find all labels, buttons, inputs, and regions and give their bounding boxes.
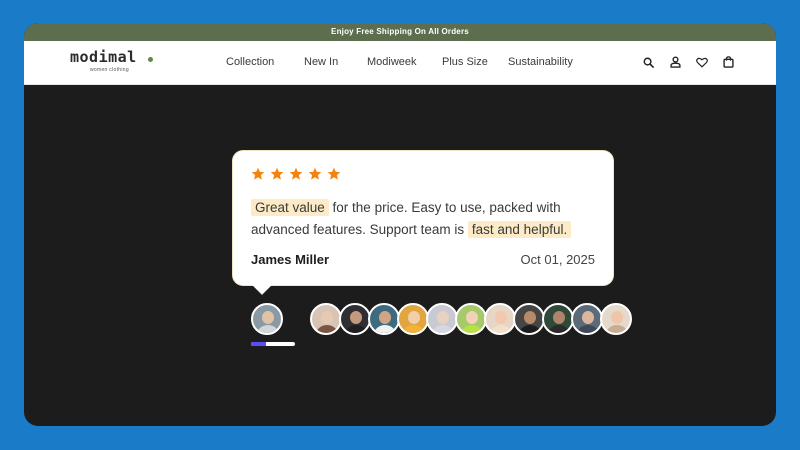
avatar-thumbnail[interactable] xyxy=(571,303,603,335)
star-icon xyxy=(251,167,265,180)
carousel-progress-bar xyxy=(251,342,295,346)
star-icon xyxy=(308,167,322,180)
review-highlight-1: Great value xyxy=(251,199,329,216)
star-icon xyxy=(270,167,284,180)
avatar-thumbnail[interactable] xyxy=(426,303,458,335)
selected-avatar[interactable] xyxy=(251,303,283,335)
avatar-thumbnail[interactable] xyxy=(542,303,574,335)
review-date: Oct 01, 2025 xyxy=(520,252,595,267)
avatar-face xyxy=(553,311,565,324)
shopping-bag-icon[interactable] xyxy=(721,55,735,69)
avatar-shoulders xyxy=(344,325,368,333)
avatar-shoulders xyxy=(547,325,571,333)
avatar-thumbnail[interactable] xyxy=(368,303,400,335)
rating-stars xyxy=(251,167,341,181)
avatar-face xyxy=(582,311,594,324)
avatar-thumbnail[interactable] xyxy=(310,303,342,335)
avatar-carousel xyxy=(310,303,632,335)
star-icon xyxy=(327,167,341,180)
search-icon[interactable] xyxy=(641,55,655,69)
avatar-shoulders xyxy=(373,325,397,333)
nav-item-modiweek[interactable]: Modiweek xyxy=(367,56,417,68)
star-icon xyxy=(289,167,303,180)
avatar-thumbnail[interactable] xyxy=(339,303,371,335)
avatar-face xyxy=(495,311,507,324)
nav-item-plus-size[interactable]: Plus Size xyxy=(442,56,488,68)
avatar-face xyxy=(437,311,449,324)
avatar-shoulders xyxy=(315,325,339,333)
review-text: Great value for the price. Easy to use, … xyxy=(251,197,601,241)
avatar-face xyxy=(350,311,362,324)
heart-icon[interactable] xyxy=(695,55,709,69)
browser-frame: Enjoy Free Shipping On All Orders modima… xyxy=(24,23,776,426)
nav-item-sustainability[interactable]: Sustainability xyxy=(508,56,573,68)
site-header: modimal women clothing Collection New In… xyxy=(24,41,776,85)
promo-bar: Enjoy Free Shipping On All Orders xyxy=(24,23,776,41)
avatar-shoulders xyxy=(489,325,513,333)
avatar-shoulders xyxy=(431,325,455,333)
avatar-face xyxy=(321,311,333,324)
nav-item-collection[interactable]: Collection xyxy=(226,56,274,68)
carousel-progress-fill xyxy=(251,342,267,346)
avatar-shoulders xyxy=(402,325,426,333)
avatar-face xyxy=(611,311,623,324)
avatar-face xyxy=(466,311,478,324)
avatar-shoulders xyxy=(460,325,484,333)
nav-item-new-in[interactable]: New In xyxy=(304,56,338,68)
avatar-thumbnail[interactable] xyxy=(600,303,632,335)
avatar-thumbnail[interactable] xyxy=(397,303,429,335)
user-icon[interactable] xyxy=(668,55,682,69)
avatar-shoulders xyxy=(518,325,542,333)
main-menu: Collection New In Modiweek Plus Size Sus… xyxy=(24,41,776,85)
review-author: James Miller xyxy=(251,252,330,267)
avatar-face xyxy=(408,311,420,324)
avatar-thumbnail[interactable] xyxy=(484,303,516,335)
card-pointer xyxy=(252,275,272,295)
review-highlight-2: fast and helpful. xyxy=(467,221,572,238)
testimonial-card: Great value for the price. Easy to use, … xyxy=(233,151,613,295)
avatar-face xyxy=(524,311,536,324)
avatar-thumbnail[interactable] xyxy=(513,303,545,335)
avatar-face xyxy=(379,311,391,324)
avatar-shoulders xyxy=(605,325,629,333)
avatar-shoulders xyxy=(576,325,600,333)
avatar-thumbnail[interactable] xyxy=(455,303,487,335)
